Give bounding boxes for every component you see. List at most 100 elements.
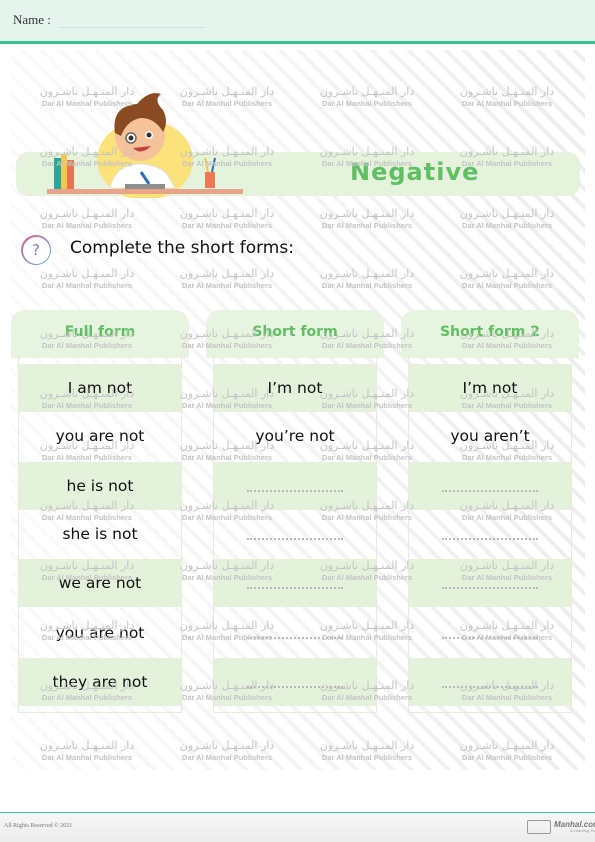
name-input-line[interactable] bbox=[59, 27, 206, 28]
watermark: دار المنـهـل ناشـرون Dar Al Manhal Publis… bbox=[307, 560, 427, 582]
watermark: دار المنـهـل ناشـرون Dar Al Manhal Publis… bbox=[27, 146, 147, 168]
watermark-english: Dar Al Manhal Publishers bbox=[41, 221, 133, 230]
dotted-line bbox=[442, 538, 538, 540]
watermark: دار المنـهـل ناشـرون Dar Al Manhal Publis… bbox=[307, 328, 427, 350]
watermark-english: Dar Al Manhal Publishers bbox=[41, 281, 133, 290]
header-divider bbox=[0, 41, 595, 44]
watermark-english: Dar Al Manhal Publishers bbox=[181, 633, 273, 642]
watermark-english: Dar Al Manhal Publishers bbox=[181, 513, 273, 522]
watermark-english: Dar Al Manhal Publishers bbox=[41, 573, 133, 582]
watermark-english: Dar Al Manhal Publishers bbox=[181, 453, 273, 462]
watermark-arabic: دار المنـهـل ناشـرون bbox=[39, 327, 135, 340]
watermark-english: Dar Al Manhal Publishers bbox=[181, 281, 273, 290]
watermark-arabic: دار المنـهـل ناشـرون bbox=[39, 85, 135, 98]
watermark: دار المنـهـل ناشـرون Dar Al Manhal Publis… bbox=[307, 620, 427, 642]
watermark-english: Dar Al Manhal Publishers bbox=[321, 341, 413, 350]
watermark: دار المنـهـل ناشـرون Dar Al Manhal Publis… bbox=[167, 208, 287, 230]
watermark-arabic: دار المنـهـل ناشـرون bbox=[179, 85, 275, 98]
watermark-arabic: دار المنـهـل ناشـرون bbox=[179, 207, 275, 220]
watermark-english: Dar Al Manhal Publishers bbox=[321, 99, 413, 108]
watermark-english: Dar Al Manhal Publishers bbox=[181, 693, 273, 702]
watermark-arabic: دار المنـهـل ناشـرون bbox=[179, 679, 275, 692]
watermark-arabic: دار المنـهـل ناشـرون bbox=[319, 499, 415, 512]
watermark: دار المنـهـل ناشـرون Dar Al Manhal Publis… bbox=[27, 560, 147, 582]
watermark-arabic: دار المنـهـل ناشـرون bbox=[39, 439, 135, 452]
watermark: دار المنـهـل ناشـرون Dar Al Manhal Publis… bbox=[447, 208, 567, 230]
watermark-english: Dar Al Manhal Publishers bbox=[321, 453, 413, 462]
watermark: دار المنـهـل ناشـرون Dar Al Manhal Publis… bbox=[447, 440, 567, 462]
watermark: دار المنـهـل ناشـرون Dar Al Manhal Publis… bbox=[307, 86, 427, 108]
watermark: دار المنـهـل ناشـرون Dar Al Manhal Publis… bbox=[27, 208, 147, 230]
watermark: دار المنـهـل ناشـرون Dar Al Manhal Publis… bbox=[27, 86, 147, 108]
watermark-english: Dar Al Manhal Publishers bbox=[461, 753, 553, 762]
watermark: دار المنـهـل ناشـرون Dar Al Manhal Publis… bbox=[27, 388, 147, 410]
logo-icon bbox=[527, 820, 551, 834]
watermark: دار المنـهـل ناشـرون Dar Al Manhal Publis… bbox=[167, 620, 287, 642]
dotted-line bbox=[247, 538, 343, 540]
watermark-arabic: دار المنـهـل ناشـرون bbox=[319, 559, 415, 572]
watermark-english: Dar Al Manhal Publishers bbox=[321, 633, 413, 642]
watermark-arabic: دار المنـهـل ناشـرون bbox=[459, 267, 555, 280]
watermark-english: Dar Al Manhal Publishers bbox=[41, 513, 133, 522]
dotted-line bbox=[247, 490, 343, 492]
watermark-arabic: دار المنـهـل ناشـرون bbox=[459, 387, 555, 400]
watermark-english: Dar Al Manhal Publishers bbox=[321, 693, 413, 702]
watermark-arabic: دار المنـهـل ناشـرون bbox=[319, 207, 415, 220]
watermark: دار المنـهـل ناشـرون Dar Al Manhal Publis… bbox=[27, 500, 147, 522]
watermark-arabic: دار المنـهـل ناشـرون bbox=[39, 619, 135, 632]
watermark: دار المنـهـل ناشـرون Dar Al Manhal Publis… bbox=[27, 440, 147, 462]
watermark: دار المنـهـل ناشـرون Dar Al Manhal Publis… bbox=[167, 560, 287, 582]
watermark-arabic: دار المنـهـل ناشـرون bbox=[179, 559, 275, 572]
watermark: دار المنـهـل ناشـرون Dar Al Manhal Publis… bbox=[307, 500, 427, 522]
watermark: دار المنـهـل ناشـرون Dar Al Manhal Publis… bbox=[167, 268, 287, 290]
watermark-english: Dar Al Manhal Publishers bbox=[41, 159, 133, 168]
watermark-arabic: دار المنـهـل ناشـرون bbox=[319, 145, 415, 158]
watermark-english: Dar Al Manhal Publishers bbox=[181, 341, 273, 350]
watermark: دار المنـهـل ناشـرون Dar Al Manhal Publis… bbox=[27, 680, 147, 702]
watermark-arabic: دار المنـهـل ناشـرون bbox=[319, 327, 415, 340]
watermark-english: Dar Al Manhal Publishers bbox=[41, 453, 133, 462]
watermark-english: Dar Al Manhal Publishers bbox=[181, 221, 273, 230]
dotted-line bbox=[247, 587, 343, 589]
watermark: دار المنـهـل ناشـرون Dar Al Manhal Publis… bbox=[447, 560, 567, 582]
watermark-english: Dar Al Manhal Publishers bbox=[181, 401, 273, 410]
watermark: دار المنـهـل ناشـرون Dar Al Manhal Publis… bbox=[447, 680, 567, 702]
watermark-english: Dar Al Manhal Publishers bbox=[321, 401, 413, 410]
watermark: دار المنـهـل ناشـرون Dar Al Manhal Publis… bbox=[307, 146, 427, 168]
watermark-english: Dar Al Manhal Publishers bbox=[461, 513, 553, 522]
watermark-english: Dar Al Manhal Publishers bbox=[461, 633, 553, 642]
watermark: دار المنـهـل ناشـرون Dar Al Manhal Publis… bbox=[167, 328, 287, 350]
watermark-english: Dar Al Manhal Publishers bbox=[321, 573, 413, 582]
watermark: دار المنـهـل ناشـرون Dar Al Manhal Publis… bbox=[167, 146, 287, 168]
watermark: دار المنـهـل ناشـرون Dar Al Manhal Publis… bbox=[27, 328, 147, 350]
dotted-line bbox=[442, 490, 538, 492]
notebook bbox=[125, 184, 165, 189]
instruction-text: Complete the short forms: bbox=[70, 238, 294, 258]
watermark-arabic: دار المنـهـل ناشـرون bbox=[39, 739, 135, 752]
watermark: دار المنـهـل ناشـرون Dar Al Manhal Publis… bbox=[167, 440, 287, 462]
watermark-arabic: دار المنـهـل ناشـرون bbox=[319, 679, 415, 692]
watermark-english: Dar Al Manhal Publishers bbox=[461, 341, 553, 350]
watermark: دار المنـهـل ناشـرون Dar Al Manhal Publis… bbox=[447, 740, 567, 762]
watermark-english: Dar Al Manhal Publishers bbox=[461, 573, 553, 582]
watermark-arabic: دار المنـهـل ناشـرون bbox=[319, 387, 415, 400]
watermark-arabic: دار المنـهـل ناشـرون bbox=[459, 439, 555, 452]
watermark-english: Dar Al Manhal Publishers bbox=[461, 159, 553, 168]
watermark: دار المنـهـل ناشـرون Dar Al Manhal Publis… bbox=[307, 440, 427, 462]
watermark: دار المنـهـل ناشـرون Dar Al Manhal Publis… bbox=[167, 388, 287, 410]
watermark: دار المنـهـل ناشـرون Dar Al Manhal Publis… bbox=[447, 268, 567, 290]
watermark-arabic: دار المنـهـل ناشـرون bbox=[459, 207, 555, 220]
watermark-arabic: دار المنـهـل ناشـرون bbox=[319, 739, 415, 752]
watermark-arabic: دار المنـهـل ناشـرون bbox=[459, 499, 555, 512]
watermark: دار المنـهـل ناشـرون Dar Al Manhal Publis… bbox=[307, 268, 427, 290]
watermark-arabic: دار المنـهـل ناشـرون bbox=[179, 145, 275, 158]
watermark: دار المنـهـل ناشـرون Dar Al Manhal Publis… bbox=[447, 620, 567, 642]
watermark-english: Dar Al Manhal Publishers bbox=[321, 753, 413, 762]
watermark-arabic: دار المنـهـل ناشـرون bbox=[179, 327, 275, 340]
watermark: دار المنـهـل ناشـرون Dar Al Manhal Publis… bbox=[307, 680, 427, 702]
watermark-arabic: دار المنـهـل ناشـرون bbox=[39, 387, 135, 400]
watermark: دار المنـهـل ناشـرون Dar Al Manhal Publis… bbox=[447, 146, 567, 168]
watermark: دار المنـهـل ناشـرون Dar Al Manhal Publis… bbox=[307, 208, 427, 230]
watermark-arabic: دار المنـهـل ناشـرون bbox=[459, 559, 555, 572]
watermark-arabic: دار المنـهـل ناشـرون bbox=[459, 85, 555, 98]
